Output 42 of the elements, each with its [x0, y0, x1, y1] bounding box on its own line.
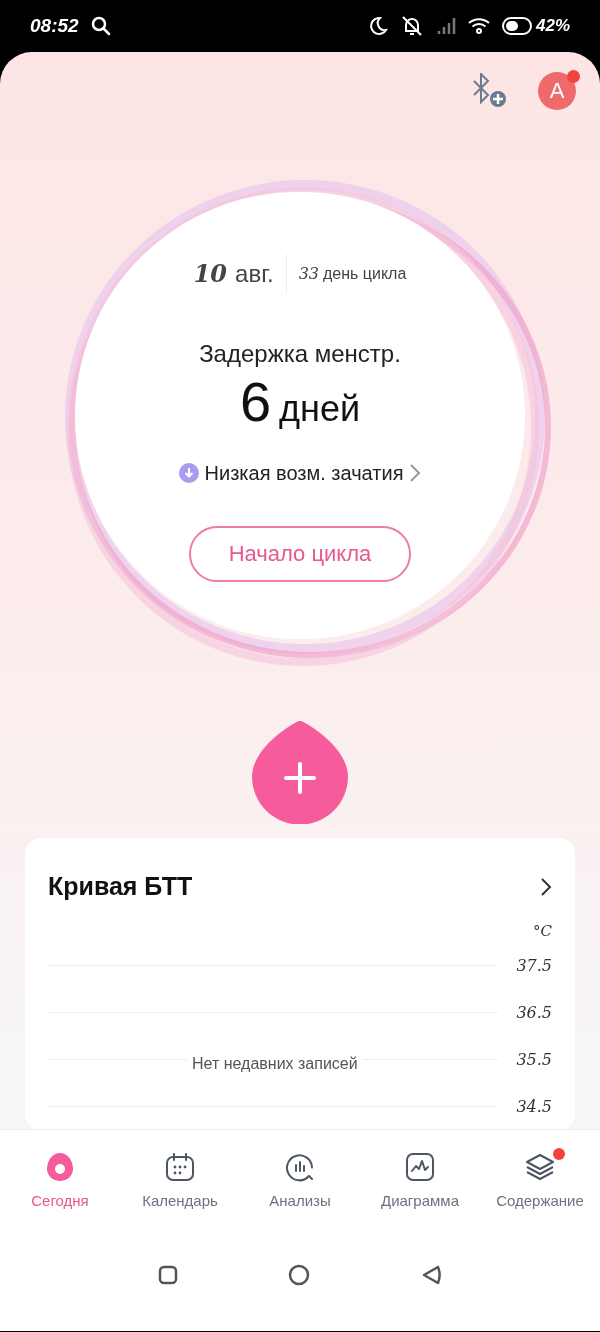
muted-bell-icon	[399, 15, 424, 37]
fertility-link[interactable]: Низкая возм. зачатия	[178, 457, 422, 488]
nav-tab[interactable]: Анализы	[240, 1130, 360, 1229]
card-title: Кривая БТТ	[48, 871, 193, 902]
drop-icon	[46, 1152, 74, 1182]
axis-tick-label: 34.5	[515, 1095, 552, 1118]
arrow-down-icon	[178, 462, 199, 483]
analysis-icon	[285, 1152, 315, 1182]
chart-icon	[405, 1152, 435, 1182]
battery-icon	[501, 17, 532, 35]
unit-label: °C	[533, 920, 552, 942]
nav-tab[interactable]: Диаграмма	[360, 1130, 480, 1229]
date-day: 10	[193, 255, 228, 292]
date-month: авг.	[235, 258, 274, 289]
delay-days-number: 6	[239, 371, 272, 432]
cycle-day-label: день цикла	[323, 263, 407, 284]
cycle-day-number: 33	[298, 262, 319, 285]
signal-icon	[435, 16, 456, 36]
chevron-right-icon	[409, 462, 422, 483]
battery-level: 42%	[535, 15, 570, 38]
back-icon[interactable]	[420, 1264, 442, 1286]
calendar-icon	[165, 1152, 195, 1182]
plus-icon	[283, 761, 317, 796]
search-icon	[90, 16, 111, 36]
axis-tick-label: 35.5	[515, 1048, 552, 1071]
home-icon[interactable]	[288, 1264, 310, 1286]
axis-tick-label: 36.5	[515, 1001, 552, 1024]
moon-icon	[367, 16, 388, 36]
delay-title: Задержка менстр.	[199, 338, 401, 369]
delay-days-label: дней	[279, 386, 361, 431]
nav-tab[interactable]: Календарь	[120, 1130, 240, 1229]
bluetooth-add-icon[interactable]	[472, 72, 508, 109]
wifi-icon	[467, 17, 490, 35]
chevron-right-icon[interactable]	[540, 876, 552, 897]
recents-icon[interactable]	[158, 1265, 178, 1285]
nav-tab[interactable]: Содержание	[480, 1130, 600, 1229]
layers-icon	[525, 1152, 555, 1182]
axis-tick-label: 37.5	[515, 954, 552, 977]
avatar[interactable]: A	[538, 71, 576, 110]
cycle-start-button[interactable]: Начало цикла	[189, 525, 411, 582]
nav-tab[interactable]: Сегодня	[0, 1130, 120, 1229]
status-time: 08:52	[30, 13, 79, 38]
